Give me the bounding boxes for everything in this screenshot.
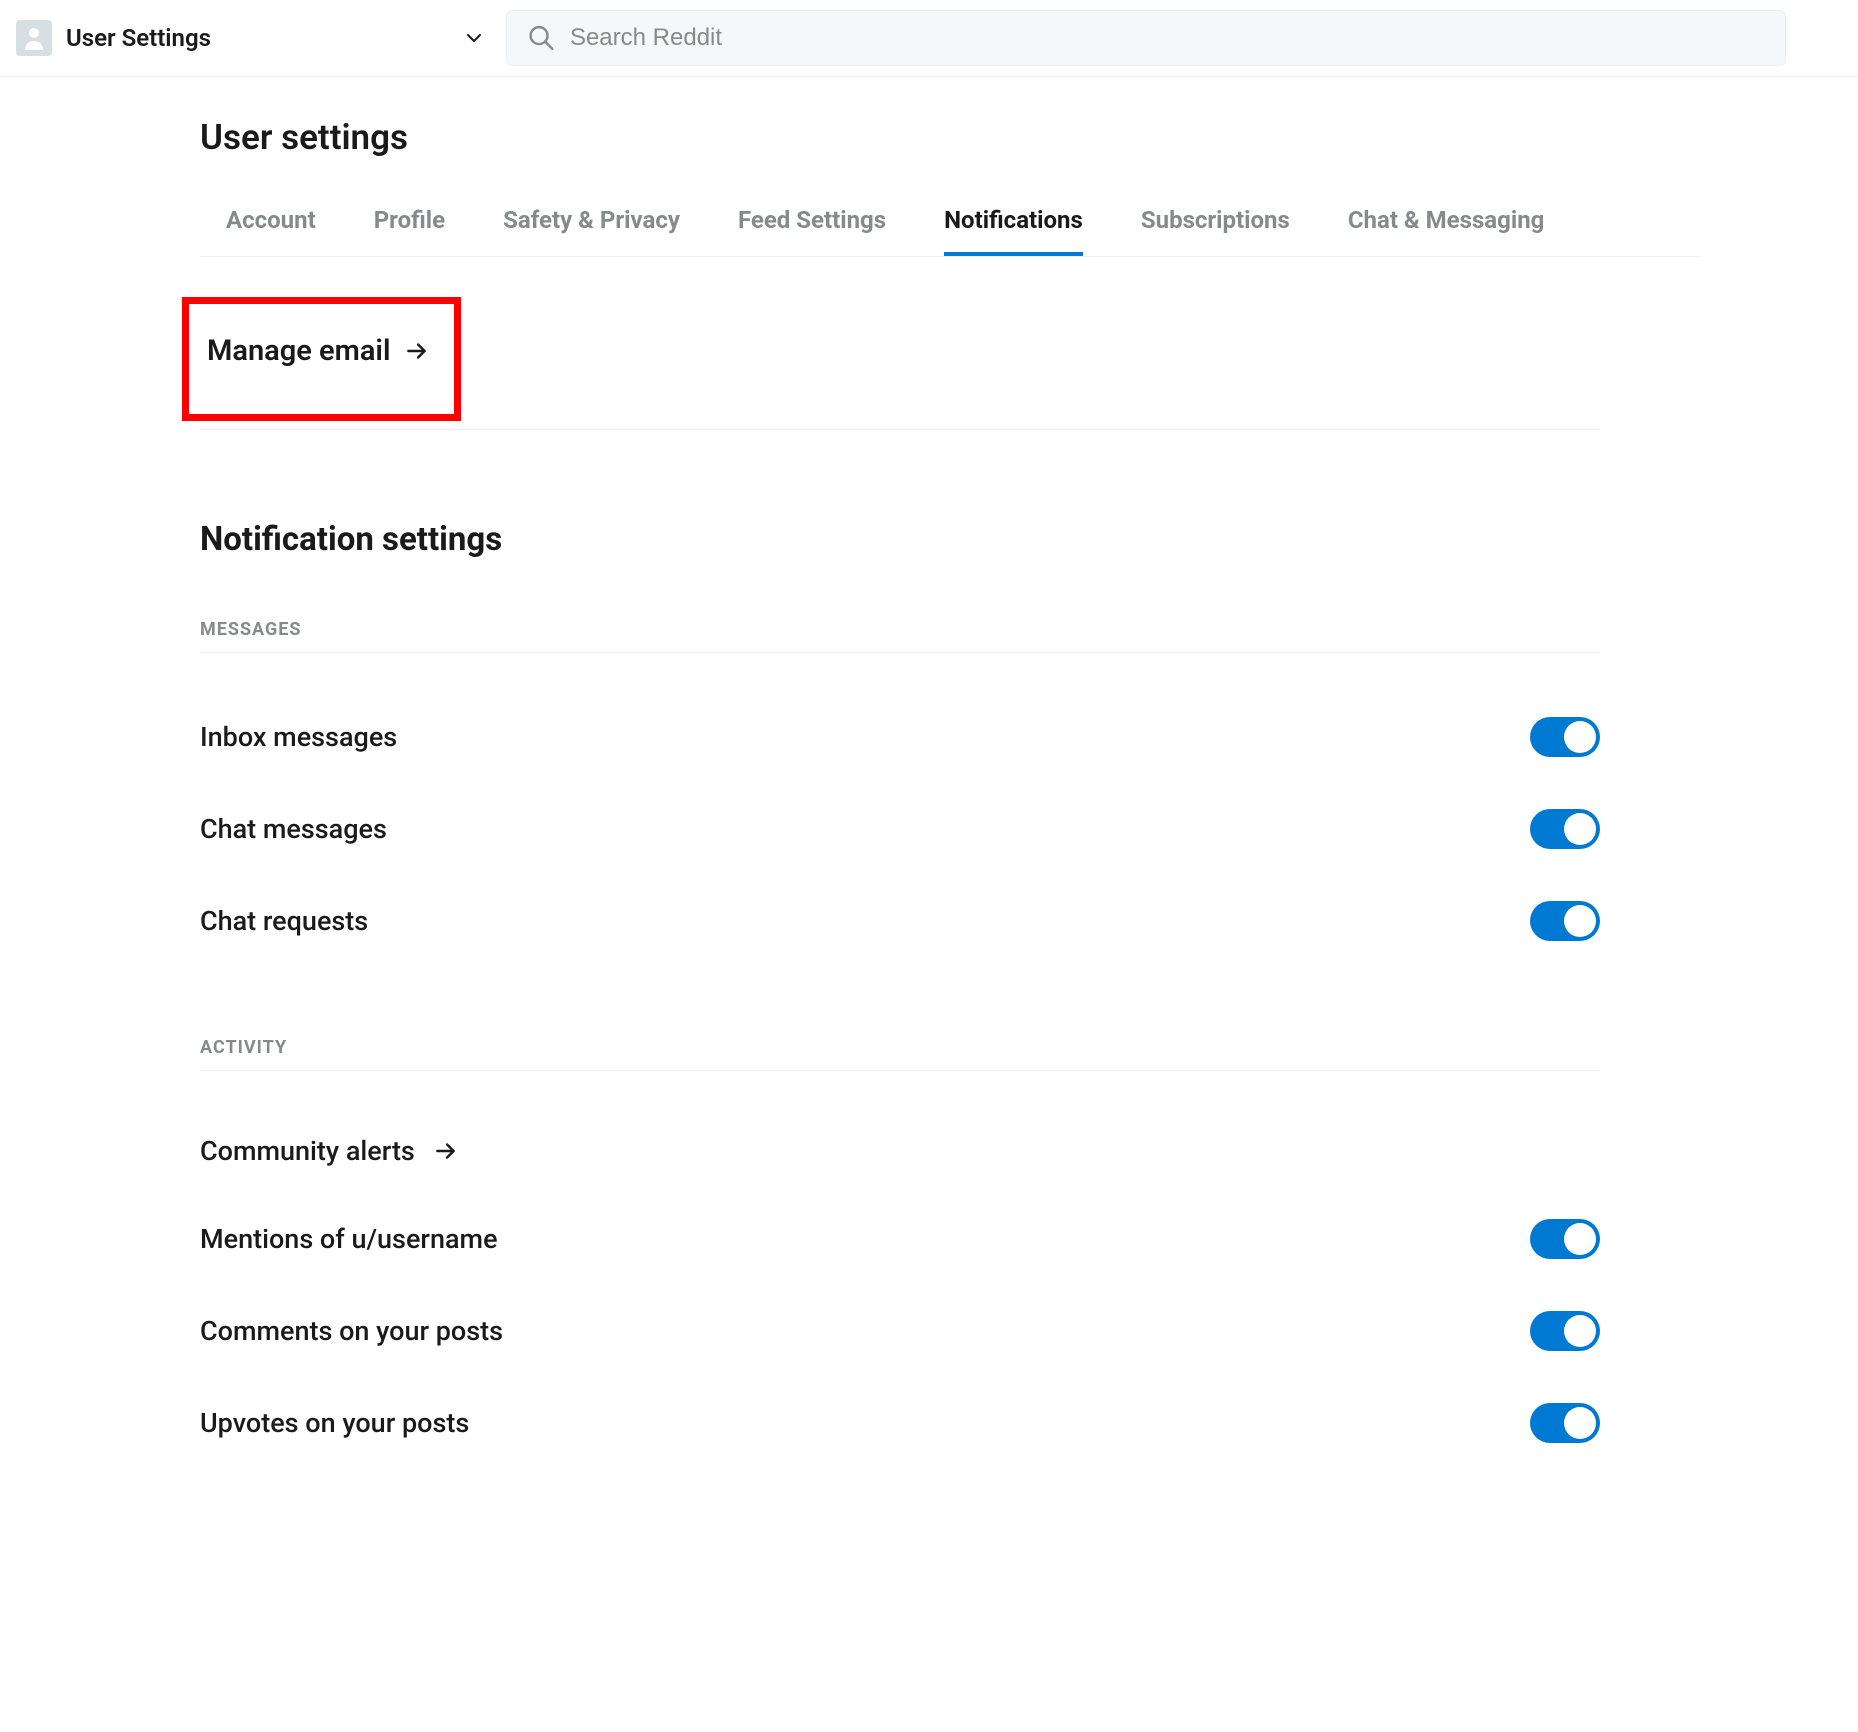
row-mentions: Mentions of u/username [200, 1193, 1600, 1285]
user-chip[interactable]: User Settings [16, 20, 486, 56]
row-label: Chat requests [200, 905, 368, 937]
avatar [16, 20, 52, 56]
row-label: Upvotes on your posts [200, 1407, 469, 1439]
row-chat-messages: Chat messages [200, 783, 1600, 875]
notification-settings-title: Notification settings [200, 520, 1700, 559]
row-community-alerts[interactable]: Community alerts [200, 1109, 1600, 1193]
toggle-comments-posts[interactable] [1530, 1311, 1600, 1351]
divider [200, 429, 1600, 430]
manage-email-link[interactable]: Manage email [207, 334, 430, 368]
search-icon [527, 23, 556, 53]
tab-profile[interactable]: Profile [374, 188, 445, 256]
tab-notifications[interactable]: Notifications [944, 188, 1083, 256]
arrow-right-icon [433, 1138, 459, 1164]
group-label-messages: MESSAGES [200, 619, 1600, 653]
avatar-icon [24, 26, 44, 50]
row-label: Community alerts [200, 1135, 459, 1167]
row-inbox-messages: Inbox messages [200, 691, 1600, 783]
toggle-inbox-messages[interactable] [1530, 717, 1600, 757]
row-upvotes-posts: Upvotes on your posts [200, 1377, 1600, 1469]
row-label: Mentions of u/username [200, 1223, 498, 1255]
highlight-box: Manage email [182, 297, 461, 421]
tab-account[interactable]: Account [226, 188, 316, 256]
tabs: Account Profile Safety & Privacy Feed Se… [200, 188, 1700, 257]
tab-chat-messaging[interactable]: Chat & Messaging [1348, 188, 1545, 256]
tab-safety-privacy[interactable]: Safety & Privacy [503, 188, 680, 256]
row-label: Chat messages [200, 813, 387, 845]
arrow-right-icon [404, 338, 430, 364]
search-input[interactable] [570, 24, 1765, 52]
chevron-down-icon [462, 26, 486, 50]
tab-subscriptions[interactable]: Subscriptions [1141, 188, 1290, 256]
user-chip-label: User Settings [66, 24, 448, 52]
toggle-chat-messages[interactable] [1530, 809, 1600, 849]
search-bar[interactable] [506, 10, 1786, 66]
toggle-mentions[interactable] [1530, 1219, 1600, 1259]
content: User settings Account Profile Safety & P… [0, 77, 1700, 1469]
community-alerts-label: Community alerts [200, 1135, 415, 1167]
tab-feed-settings[interactable]: Feed Settings [738, 188, 886, 256]
toggle-upvotes-posts[interactable] [1530, 1403, 1600, 1443]
row-label: Comments on your posts [200, 1315, 503, 1347]
row-chat-requests: Chat requests [200, 875, 1600, 967]
page-title: User settings [200, 117, 1700, 158]
row-label: Inbox messages [200, 721, 397, 753]
row-comments-posts: Comments on your posts [200, 1285, 1600, 1377]
group-label-activity: ACTIVITY [200, 1037, 1600, 1071]
toggle-chat-requests[interactable] [1530, 901, 1600, 941]
top-bar: User Settings [0, 0, 1858, 77]
manage-email-label: Manage email [207, 334, 390, 368]
